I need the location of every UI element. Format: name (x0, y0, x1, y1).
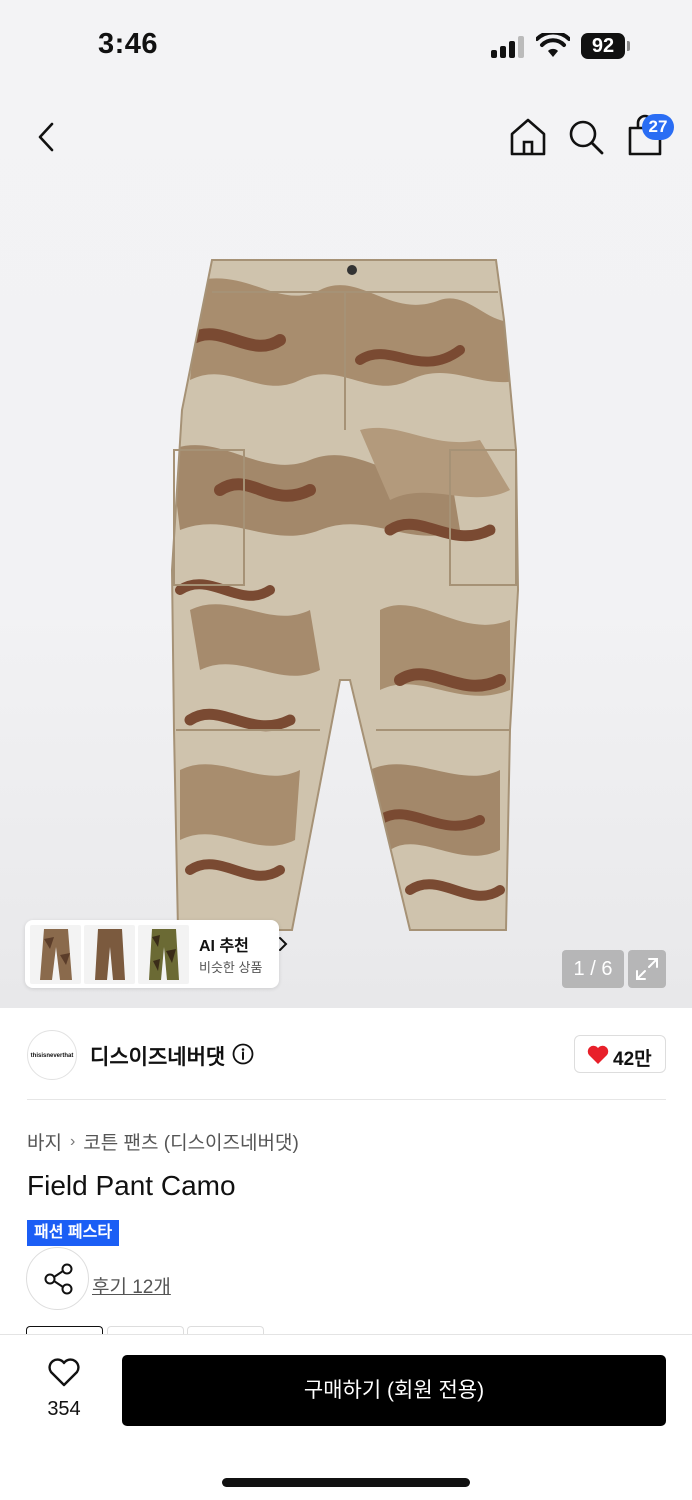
share-icon (44, 1263, 73, 1295)
battery-icon: 92 (581, 33, 625, 59)
page-total: 6 (601, 958, 613, 980)
cellular-signal-icon (491, 36, 527, 58)
battery-cap (627, 41, 630, 51)
home-icon[interactable] (506, 116, 550, 158)
home-indicator (222, 1478, 470, 1487)
heart-outline-icon (48, 1358, 80, 1387)
page-separator: / (584, 958, 602, 980)
breadcrumb-category[interactable]: 바지 (27, 1128, 62, 1155)
ai-thumb-2[interactable] (84, 925, 135, 984)
ai-thumb-1[interactable] (30, 925, 81, 984)
woodland-pants-thumb-icon (149, 929, 179, 980)
product-hero: 3:46 92 27 AI 추천 비슷한 상품 1 / 6 (0, 0, 692, 1008)
ai-thumb-3[interactable] (138, 925, 189, 984)
expand-button[interactable] (628, 950, 666, 988)
product-image[interactable] (160, 250, 532, 940)
image-page-counter: 1 / 6 (562, 950, 624, 988)
breadcrumb: 바지 › 코튼 팬츠 (디스이즈네버댓) (27, 1128, 299, 1155)
cart-count-badge: 27 (642, 114, 674, 140)
brand-like-count: 42만 (613, 1049, 652, 1070)
ai-recommend-card[interactable]: AI 추천 비슷한 상품 (25, 920, 288, 988)
info-circle-icon[interactable] (232, 1043, 254, 1065)
product-title: Field Pant Camo (27, 1170, 236, 1201)
ai-recommend-title: AI 추천 (199, 938, 249, 955)
divider (27, 1099, 666, 1100)
wishlist-count: 354 (47, 1398, 81, 1420)
status-bar: 3:46 92 (0, 0, 692, 92)
share-button[interactable] (26, 1247, 89, 1310)
brown-pants-thumb-icon (95, 929, 125, 980)
brand-logo[interactable]: thisisneverthat (27, 1030, 77, 1080)
promo-badge: 패션 페스타 (27, 1220, 120, 1246)
buy-button[interactable]: 구매하기 (회원 전용) (122, 1355, 666, 1426)
expand-icon (636, 958, 658, 980)
brand-like-button[interactable]: 42만 (574, 1035, 666, 1073)
chevron-left-icon[interactable] (28, 116, 68, 158)
chevron-right-icon: › (69, 1132, 76, 1150)
wifi-icon (536, 33, 570, 57)
chevron-right-icon (279, 937, 288, 951)
camo-pants-thumb-icon (40, 929, 72, 980)
heart-filled-icon (587, 1045, 609, 1064)
breadcrumb-subcategory[interactable]: 코튼 팬츠 (디스이즈네버댓) (83, 1128, 299, 1155)
brand-name[interactable]: 디스이즈네버댓 (90, 1041, 225, 1071)
page-current: 1 (573, 958, 585, 980)
wishlist-button[interactable]: 354 (30, 1356, 98, 1424)
ai-recommend-subtitle: 비슷한 상품 (199, 960, 263, 975)
search-icon[interactable] (565, 116, 607, 158)
review-link[interactable]: 후기 12개 (92, 1272, 171, 1299)
status-time: 3:46 (98, 28, 159, 60)
